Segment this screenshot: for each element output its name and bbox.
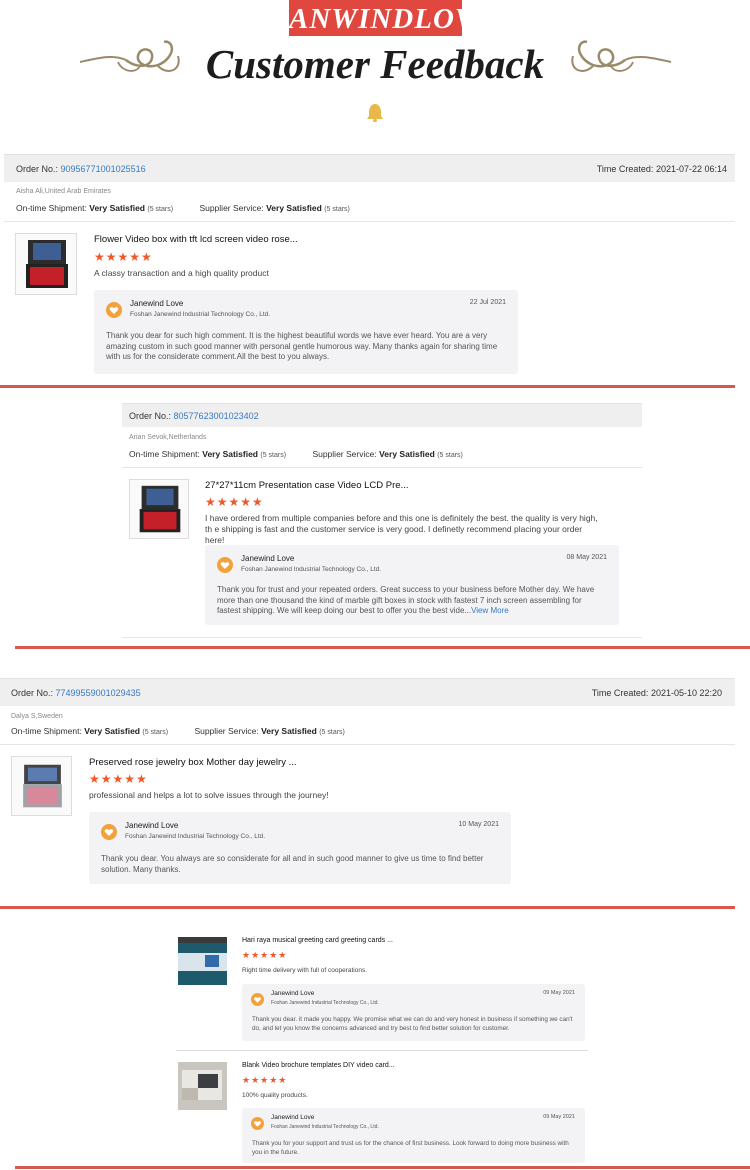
seller-name: Janewind Love [125, 821, 179, 830]
star-rating: ★★★★★ [242, 1075, 288, 1085]
buyer-name: Aisha Ali,United Arab Emirates [16, 188, 111, 195]
star-rating: ★★★★★ [242, 950, 288, 960]
reply-date: 09 May 2021 [543, 1114, 575, 1120]
product-title-link[interactable]: Blank Video brochure templates DIY video… [242, 1062, 395, 1069]
reply-date: 08 May 2021 [566, 554, 607, 561]
review-card: Hari raya musical greeting card greeting… [176, 928, 588, 1046]
greeting-card-image [178, 937, 227, 985]
review-card: Blank Video brochure templates DIY video… [176, 1053, 588, 1165]
seller-ratings: On-time Shipment: Very Satisfied (5 star… [129, 449, 463, 459]
seller-name: Janewind Love [130, 299, 184, 308]
video-box-image [26, 240, 68, 288]
reply-text: Thank you dear for such high comment. It… [106, 331, 498, 361]
product-title-link[interactable]: Hari raya musical greeting card greeting… [242, 937, 393, 944]
seller-heart-logo-icon [106, 302, 122, 318]
section-divider [15, 1166, 750, 1169]
section-divider [0, 906, 735, 909]
time-created: Time Created: 2021-07-22 06:14 [596, 164, 727, 174]
buyer-comment: Right time delivery with full of coopera… [242, 967, 368, 974]
jewelry-box-image [23, 764, 62, 808]
divider [176, 1050, 588, 1051]
seller-company: Foshan Janewind Industrial Technology Co… [271, 1000, 379, 1006]
divider [0, 744, 735, 745]
order-number-link[interactable]: 77499559001029435 [56, 688, 141, 698]
product-thumbnail[interactable] [178, 1062, 227, 1110]
seller-ratings: On-time Shipment: Very Satisfied (5 star… [11, 726, 345, 736]
bell-icon [367, 104, 383, 122]
reply-text: Thank you for trust and your repeated or… [217, 585, 595, 615]
order-bar: Order No.: 80577623001023402 [122, 403, 642, 427]
seller-name: Janewind Love [271, 1114, 315, 1121]
seller-company: Foshan Janewind Industrial Technology Co… [241, 566, 382, 573]
seller-name: Janewind Love [241, 554, 295, 563]
seller-company: Foshan Janewind Industrial Technology Co… [130, 311, 271, 318]
view-more-link[interactable]: View More [471, 606, 509, 615]
seller-company: Foshan Janewind Industrial Technology Co… [125, 833, 266, 840]
seller-company: Foshan Janewind Industrial Technology Co… [271, 1124, 379, 1130]
review-card: Order No.: 80577623001023402 Arian Sevok… [122, 403, 642, 639]
review-card: Order No.: 90956771001025516 Time Create… [4, 154, 735, 379]
right-swirl-ornament [571, 40, 672, 72]
seller-reply: Janewind Love Foshan Janewind Industrial… [242, 984, 585, 1041]
video-brochure-image [178, 1062, 227, 1110]
order-number-link[interactable]: 80577623001023402 [174, 411, 259, 421]
seller-reply: Janewind Love Foshan Janewind Industrial… [242, 1108, 585, 1163]
divider [4, 221, 735, 222]
reply-text: Thank you dear. You always are so consid… [101, 854, 484, 874]
buyer-name: Dalya S,Sweden [11, 713, 63, 720]
product-title-link[interactable]: Flower Video box with tft lcd screen vid… [94, 234, 298, 245]
product-thumbnail[interactable] [11, 756, 72, 816]
left-swirl-ornament [79, 40, 180, 72]
seller-heart-logo-icon [217, 557, 233, 573]
order-number-link[interactable]: 90956771001025516 [61, 164, 146, 174]
reply-date: 10 May 2021 [458, 821, 499, 828]
order-bar: Order No.: 77499559001029435 Time Create… [0, 678, 735, 706]
divider [122, 637, 642, 638]
video-box-image [139, 485, 181, 533]
time-created: Time Created: 2021-05-10 22:20 [591, 688, 722, 698]
brand-banner: ANWINDLOV [289, 0, 462, 36]
star-rating: ★★★★★ [205, 495, 264, 509]
product-thumbnail[interactable] [15, 233, 77, 295]
divider [122, 467, 642, 468]
review-card: Order No.: 77499559001029435 Time Create… [0, 678, 735, 890]
product-thumbnail[interactable] [178, 937, 227, 985]
buyer-comment: A classy transaction and a high quality … [94, 268, 269, 278]
product-thumbnail[interactable] [129, 479, 189, 539]
product-title-link[interactable]: 27*27*11cm Presentation case Video LCD P… [205, 480, 409, 491]
reply-text: Thank you for your support and trust us … [252, 1140, 569, 1156]
buyer-comment: professional and helps a lot to solve is… [89, 790, 329, 800]
order-bar: Order No.: 90956771001025516 Time Create… [4, 154, 735, 182]
seller-reply: Janewind Love Foshan Janewind Industrial… [205, 545, 619, 625]
seller-heart-logo-icon [251, 1117, 264, 1130]
order-label: Order No.: [16, 164, 59, 174]
star-rating: ★★★★★ [89, 772, 148, 786]
seller-heart-logo-icon [251, 993, 264, 1006]
section-divider [0, 385, 735, 388]
seller-heart-logo-icon [101, 824, 117, 840]
star-rating: ★★★★★ [94, 250, 153, 264]
reply-date: 09 May 2021 [543, 990, 575, 996]
buyer-comment: 100% quality products. [242, 1092, 308, 1099]
seller-name: Janewind Love [271, 990, 315, 997]
seller-reply: Janewind Love Foshan Janewind Industrial… [94, 290, 518, 374]
product-title-link[interactable]: Preserved rose jewelry box Mother day je… [89, 757, 297, 768]
reply-date: 22 Jul 2021 [469, 299, 506, 306]
buyer-comment: I have ordered from multiple companies b… [205, 513, 598, 545]
reply-text: Thank you dear. it made you happy. We pr… [252, 1016, 573, 1032]
seller-ratings: On-time Shipment: Very Satisfied (5 star… [16, 203, 350, 213]
seller-reply: Janewind Love Foshan Janewind Industrial… [89, 812, 511, 884]
buyer-name: Arian Sevok,Netherlands [129, 434, 207, 441]
section-divider [15, 646, 750, 649]
